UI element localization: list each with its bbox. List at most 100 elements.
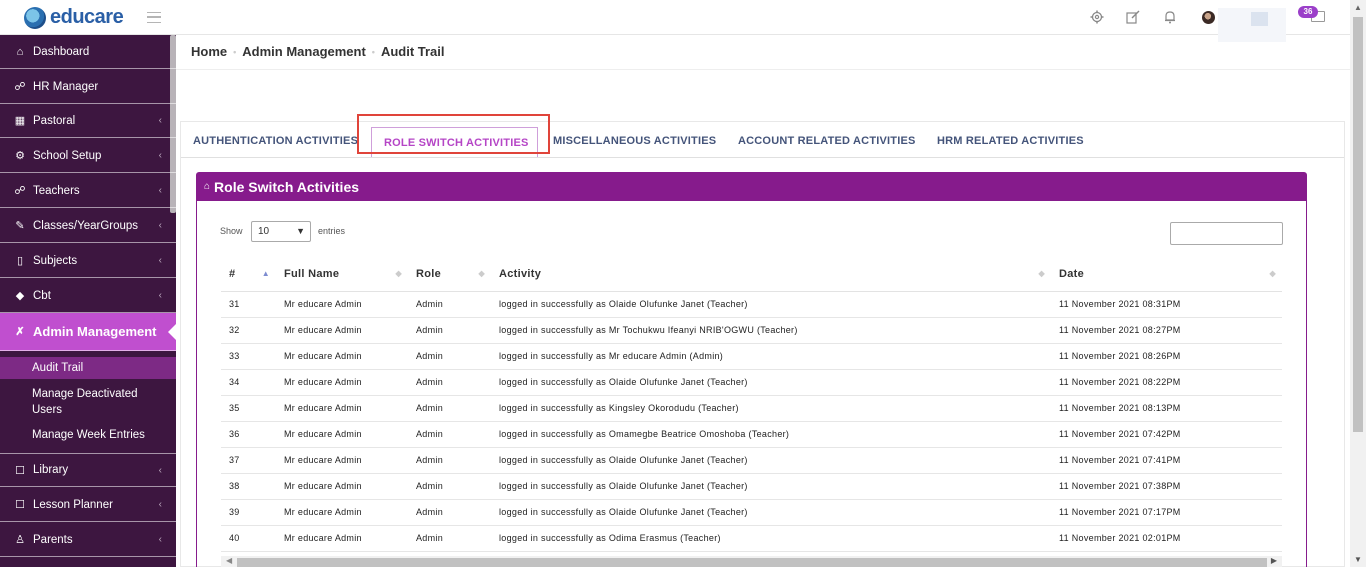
cell-full-name: Mr educare Admin [276,473,408,500]
chevron-left-icon: ‹ [158,185,162,196]
audit-table: # ▲ Full Name ◆ Role ◆ Activity ◆ Date ◆ 31 Mr… [221,258,1282,552]
entries-select[interactable]: 10 ▼ [251,221,311,242]
sidebar-item-pastoral[interactable]: ▦ Pastoral ‹ [0,104,176,138]
cell-number: 31 [221,291,276,318]
sidebar-item-label: Subjects [33,254,78,267]
message-count-badge: 36 [1298,6,1318,18]
column-header-date[interactable]: Date ◆ [1051,258,1282,292]
bell-icon[interactable] [1162,10,1178,26]
scrollbar-thumb[interactable] [237,558,1267,567]
cell-role: Admin [408,395,491,422]
tab-authentication-activities[interactable]: AUTHENTICATION ACTIVITIES [193,135,358,147]
cell-full-name: Mr educare Admin [276,525,408,552]
chevron-left-icon: ‹ [158,150,162,161]
cell-date: 11 November 2021 08:26PM [1051,343,1282,370]
sidebar-item-teachers[interactable]: ☍ Teachers ‹ [0,174,176,208]
tab-miscellaneous-activities[interactable]: MISCELLANEOUS ACTIVITIES [553,135,716,147]
vertical-scrollbar[interactable]: ▲ ▼ [1350,0,1366,567]
cell-full-name: Mr educare Admin [276,421,408,448]
sidebar-item-admin-management[interactable]: ✗ Admin Management [0,313,177,351]
sidebar-item-label: Dashboard [33,45,90,58]
cell-full-name: Mr educare Admin [276,369,408,396]
logo-text: educare [50,6,124,28]
table-row: 32 Mr educare Admin Admin logged in success… [221,317,1282,344]
book-icon: ▯ [16,255,24,267]
search-input[interactable] [1170,222,1283,245]
breadcrumb-audit-trail: Audit Trail [380,44,445,59]
scroll-left-icon[interactable]: ◀ [226,556,232,565]
menu-toggle-icon[interactable] [147,12,161,23]
user-name-redacted[interactable] [1218,8,1286,42]
table-row: 34 Mr educare Admin Admin logged in success… [221,369,1282,396]
cell-number: 36 [221,421,276,448]
cell-date: 11 November 2021 07:17PM [1051,499,1282,526]
sidebar-item-label: Admin Management [33,324,157,339]
cell-activity: logged in successfully as Olaide Olufunk… [491,369,1051,396]
cell-role: Admin [408,447,491,474]
sidebar-item-parents[interactable]: ♙ Parents ‹ [0,523,176,557]
tab-hrm-related-activities[interactable]: HRM RELATED ACTIVITIES [937,135,1084,147]
sidebar-subitem-manage-deactivated-users[interactable]: Manage Deactivated Users [0,386,150,418]
avatar[interactable] [1202,11,1215,24]
column-header-activity[interactable]: Activity ◆ [491,258,1051,292]
cell-number: 33 [221,343,276,370]
chevron-left-icon: ‹ [158,465,162,476]
sidebar-item-label: HR Manager [33,80,99,93]
breadcrumb-home[interactable]: Home [191,44,227,59]
table-icon: ▦ [14,115,26,127]
cell-activity: logged in successfully as Mr Tochukwu If… [491,317,1051,344]
sidebar-subitem-audit-trail[interactable]: Audit Trail [0,357,176,379]
home-icon: ⌂ [204,181,211,192]
sidebar-subitem-manage-week-entries[interactable]: Manage Week Entries [0,427,176,443]
cell-activity: logged in successfully as Mr educare Adm… [491,343,1051,370]
cell-number: 38 [221,473,276,500]
cell-full-name: Mr educare Admin [276,395,408,422]
sidebar-item-lesson-planner[interactable]: ☐ Lesson Planner ‹ [0,488,176,522]
scroll-down-icon[interactable]: ▼ [1354,555,1362,564]
sidebar-item-label: Classes/YearGroups [33,219,139,232]
tab-divider [181,157,1344,158]
cell-activity: logged in successfully as Olaide Olufunk… [491,473,1051,500]
highlight-box [357,114,550,154]
cell-role: Admin [408,343,491,370]
sort-icon: ◆ [395,269,402,278]
cell-full-name: Mr educare Admin [276,291,408,318]
cell-number: 32 [221,317,276,344]
cell-activity: logged in successfully as Odima Erasmus … [491,525,1051,552]
scrollbar-thumb[interactable] [1353,17,1363,432]
sidebar-item-school-setup[interactable]: ⚙ School Setup ‹ [0,139,176,173]
column-header-full-name[interactable]: Full Name ◆ [276,258,408,292]
scroll-right-icon[interactable]: ▶ [1271,556,1277,565]
cell-role: Admin [408,525,491,552]
user-icon: ♙ [15,534,25,546]
logo-mark-icon [24,6,46,29]
scroll-up-icon[interactable]: ▲ [1354,3,1362,12]
cell-activity: logged in successfully as Kingsley Okoro… [491,395,1051,422]
cell-role: Admin [408,421,491,448]
chevron-left-icon: ‹ [158,290,162,301]
cell-full-name: Mr educare Admin [276,317,408,344]
sidebar-item-cbt[interactable]: ◆ Cbt ‹ [0,279,176,313]
horizontal-scrollbar[interactable]: ◀ ▶ [221,556,1282,567]
sidebar-item-label: Library [33,464,69,476]
sidebar-item-dashboard[interactable]: ⌂ Dashboard [0,35,176,69]
graduation-cap-icon: ◆ [15,290,25,302]
edit-icon: ✎ [15,220,25,232]
edit-icon[interactable] [1125,10,1141,26]
sidebar-item-library[interactable]: ☐ Library ‹ [0,453,176,487]
sidebar-item-hr-manager[interactable]: ☍ HR Manager [0,70,176,104]
entries-select-value: 10 [258,226,270,237]
cell-date: 11 November 2021 07:41PM [1051,447,1282,474]
column-header-number[interactable]: # ▲ [221,258,276,292]
settings-icon[interactable] [1089,10,1105,26]
sidebar-item-classes[interactable]: ✎ Classes/YearGroups ‹ [0,209,176,243]
users-icon: ☍ [14,185,26,197]
tab-account-related-activities[interactable]: ACCOUNT RELATED ACTIVITIES [738,135,916,147]
column-header-role[interactable]: Role ◆ [408,258,491,292]
sidebar-item-label: Cbt [33,289,51,302]
breadcrumb-admin-management[interactable]: Admin Management [242,44,366,59]
logo[interactable]: educare [24,6,124,29]
sidebar-item-subjects[interactable]: ▯ Subjects ‹ [0,244,176,278]
cell-date: 11 November 2021 07:38PM [1051,473,1282,500]
table-row: 31 Mr educare Admin Admin logged in success… [221,291,1282,318]
